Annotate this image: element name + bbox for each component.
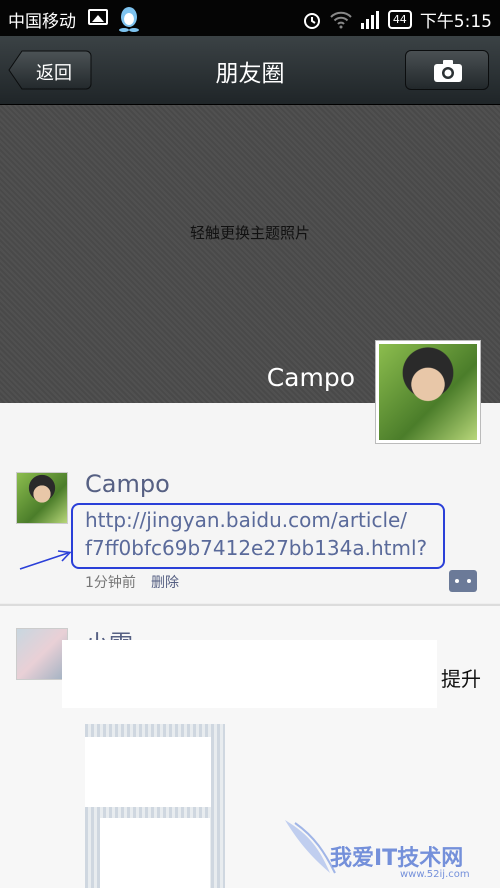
delete-post-link[interactable]: 删除 xyxy=(151,572,179,592)
battery-indicator: 44 xyxy=(387,10,412,29)
site-watermark: 我爱IT技术网 www.52ij.com xyxy=(280,815,500,888)
post-timestamp: 1分钟前 xyxy=(85,575,136,591)
post-text-fragment: 提升 xyxy=(441,667,481,691)
post-author-avatar-photo xyxy=(17,629,67,679)
status-bar: 中国移动 44 下午5:15 xyxy=(0,0,500,36)
wifi-icon xyxy=(330,11,352,28)
watermark-url: www.52ij.com xyxy=(400,869,470,880)
cover-change-hint: 轻触更换主题照片 xyxy=(189,224,310,242)
redaction-block xyxy=(62,640,437,708)
post-author-avatar[interactable] xyxy=(16,472,68,524)
redaction-block xyxy=(85,737,211,807)
carrier-name: 中国移动 xyxy=(8,12,76,32)
nav-bar: 返回 朋友圈 xyxy=(0,36,500,105)
clock: 下午5:15 xyxy=(419,12,492,32)
qq-penguin-icon xyxy=(119,7,139,32)
camera-icon xyxy=(434,60,462,82)
comment-icon[interactable] xyxy=(449,570,477,592)
profile-avatar-photo xyxy=(379,344,477,440)
post-author-avatar-photo xyxy=(17,473,67,523)
annotation-arrow-icon xyxy=(19,550,72,570)
profile-avatar[interactable] xyxy=(375,340,481,444)
profile-name: Campo xyxy=(266,363,355,392)
redaction-block xyxy=(100,818,210,888)
post-author-avatar[interactable] xyxy=(16,628,68,680)
image-notification-icon xyxy=(88,9,108,25)
link-highlight-box xyxy=(71,503,445,569)
alarm-icon xyxy=(303,12,320,29)
signal-icon xyxy=(360,10,379,29)
watermark-text: 我爱IT技术网 xyxy=(330,846,464,871)
post-author-name[interactable]: Campo xyxy=(85,470,170,498)
status-icons: 44 下午5:15 xyxy=(302,7,492,32)
camera-button[interactable] xyxy=(405,50,489,90)
